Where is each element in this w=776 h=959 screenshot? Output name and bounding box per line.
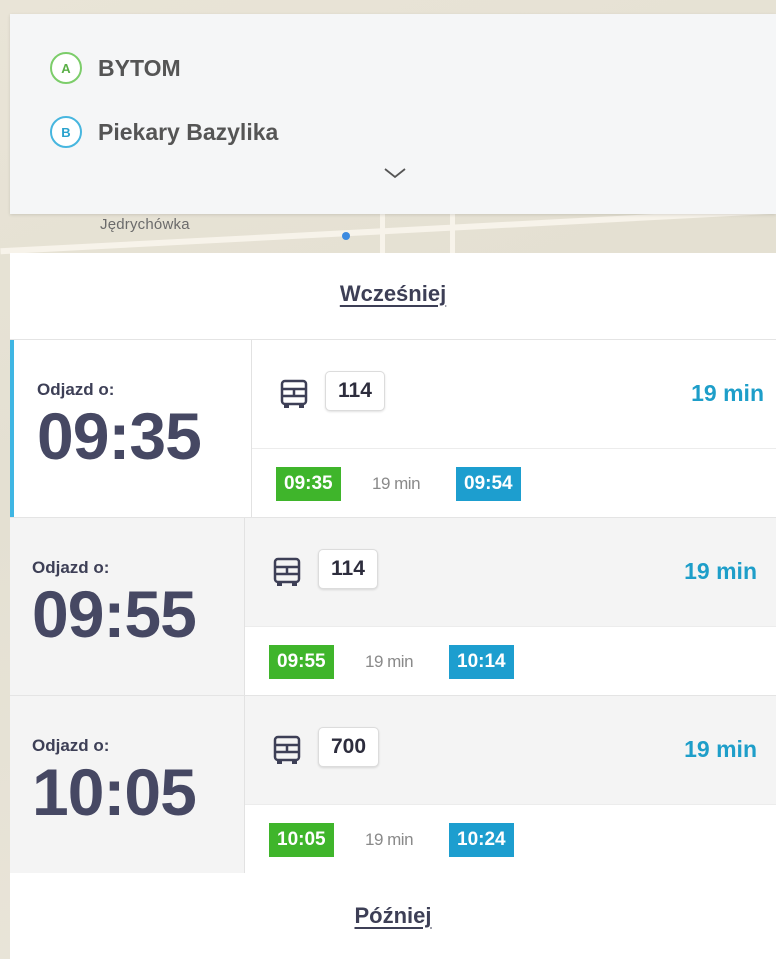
depart-label: Odjazd o:: [32, 558, 110, 577]
end-time-chip: 10:24: [449, 823, 514, 857]
trip-duration: 19 min: [691, 380, 764, 406]
bus-icon: [273, 735, 301, 764]
end-time-chip: 09:54: [456, 467, 521, 501]
bus-icon: [280, 379, 308, 408]
end-time-chip: 10:14: [449, 645, 514, 679]
leg-duration: 19 min: [365, 830, 414, 849]
line-number-badge[interactable]: 700: [318, 727, 380, 767]
line-number-badge[interactable]: 114: [318, 549, 378, 589]
origin-name: BYTOM: [98, 54, 181, 81]
depart-time: 10:05: [32, 755, 197, 829]
bus-icon: [273, 557, 301, 586]
origin-badge: A: [50, 52, 82, 84]
line-number-badge[interactable]: 114: [325, 371, 385, 411]
earlier-link[interactable]: Wcześniej: [10, 281, 776, 307]
start-time-chip: 09:35: [276, 467, 341, 501]
destination-stop[interactable]: B Piekary Bazylika: [50, 116, 278, 148]
destination-name: Piekary Bazylika: [98, 118, 279, 145]
map-location-marker: [342, 232, 350, 240]
origin-stop[interactable]: A BYTOM: [50, 52, 181, 84]
trip-list: Wcześniej Odjazd o: 09:35 114 19 min 09:…: [10, 253, 776, 959]
trip-row[interactable]: Odjazd o: 09:55 114 19 min 09:55 19 min: [10, 517, 776, 696]
depart-label: Odjazd o:: [37, 380, 115, 399]
chevron-down-icon[interactable]: [382, 164, 408, 182]
map-place-label: Jędrychówka: [100, 216, 190, 233]
later-link[interactable]: Później: [10, 903, 776, 929]
start-time-chip: 09:55: [269, 645, 334, 679]
leg-duration: 19 min: [365, 652, 414, 671]
leg-duration: 19 min: [372, 474, 421, 493]
start-time-chip: 10:05: [269, 823, 334, 857]
depart-time: 09:55: [32, 577, 197, 651]
trip-duration: 19 min: [684, 736, 757, 762]
destination-badge: B: [50, 116, 82, 148]
route-panel: A BYTOM B Piekary Bazylika: [10, 14, 776, 214]
trip-duration: 19 min: [684, 558, 757, 584]
trip-row[interactable]: Odjazd o: 09:35 114 19 min 09:35 19 min: [10, 339, 776, 518]
trip-row[interactable]: Odjazd o: 10:05 700 19 min 10:05 19 min: [10, 695, 776, 874]
depart-label: Odjazd o:: [32, 736, 110, 755]
depart-time: 09:35: [37, 399, 202, 473]
